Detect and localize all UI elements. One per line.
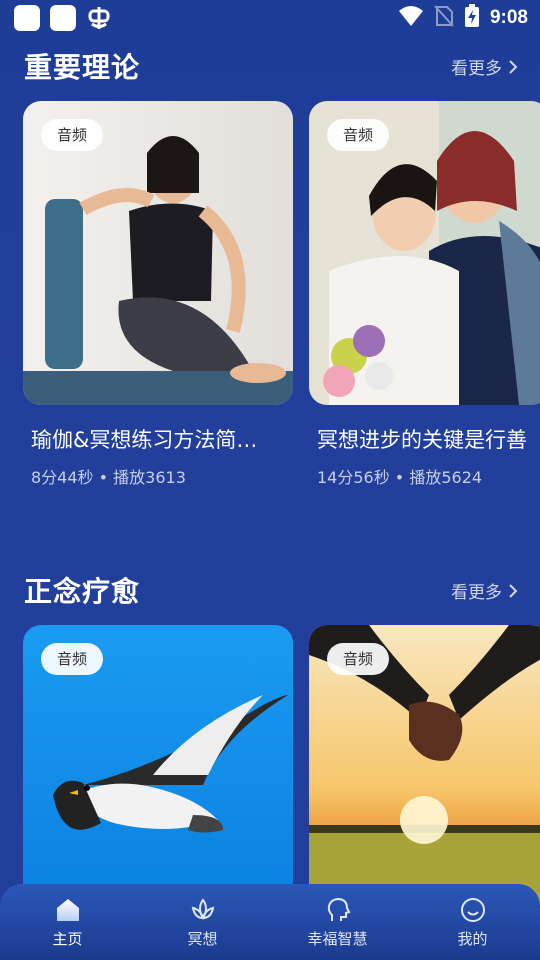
chevron-right-icon [509, 59, 518, 74]
card-meta: 8分44秒 • 播放3613 [31, 468, 186, 487]
chevron-right-icon [509, 583, 518, 598]
app-square-icon [50, 5, 76, 31]
audio-badge: 音频 [327, 643, 390, 675]
card-title[interactable]: 瑜伽&冥想练习方法简… [31, 424, 281, 454]
lotus-icon [191, 898, 214, 920]
head-profile-icon [327, 897, 350, 921]
home-icon [56, 899, 79, 921]
tab-label: 我的 [457, 930, 488, 948]
card-meta: 14分56秒 • 播放5624 [317, 468, 483, 487]
tab-label: 主页 [52, 930, 83, 948]
no-sim-icon [434, 5, 454, 31]
section-title-important-theory: 重要理论 [24, 51, 141, 84]
tab-label: 冥想 [187, 930, 218, 948]
clock: 9:08 [489, 7, 528, 28]
tab-label: 幸福智慧 [307, 930, 368, 948]
audio-badge: 音频 [41, 643, 104, 675]
audio-badge: 音频 [327, 119, 390, 151]
tab-happiness-wisdom[interactable]: 幸福智慧 [283, 896, 393, 949]
bug-icon [86, 5, 112, 31]
content-card[interactable]: 音频 [309, 101, 540, 405]
content-card[interactable]: 音频 [309, 625, 540, 925]
bottom-tab-bar: 主页 冥想 幸福智慧 我的 [0, 884, 540, 960]
wifi-icon [398, 5, 424, 31]
see-more-label: 看更多 [451, 583, 502, 603]
tab-mine[interactable]: 我的 [418, 896, 528, 949]
content-card[interactable]: 音频 [23, 625, 293, 925]
audio-badge: 音频 [41, 119, 104, 151]
section-title-mindful-healing: 正念疗愈 [24, 575, 141, 608]
app-square-icon [14, 5, 40, 31]
see-more-button[interactable]: 看更多 [451, 578, 518, 603]
tab-meditation[interactable]: 冥想 [148, 896, 258, 949]
battery-charging-icon [464, 4, 480, 32]
see-more-label: 看更多 [451, 59, 502, 79]
status-bar: 9:08 [0, 0, 540, 36]
see-more-button[interactable]: 看更多 [451, 54, 518, 79]
tab-home[interactable]: 主页 [13, 896, 123, 949]
content-card[interactable]: 音频 [23, 101, 293, 405]
smiley-face-icon [460, 898, 485, 922]
card-title[interactable]: 冥想进步的关键是行善 [317, 424, 540, 454]
